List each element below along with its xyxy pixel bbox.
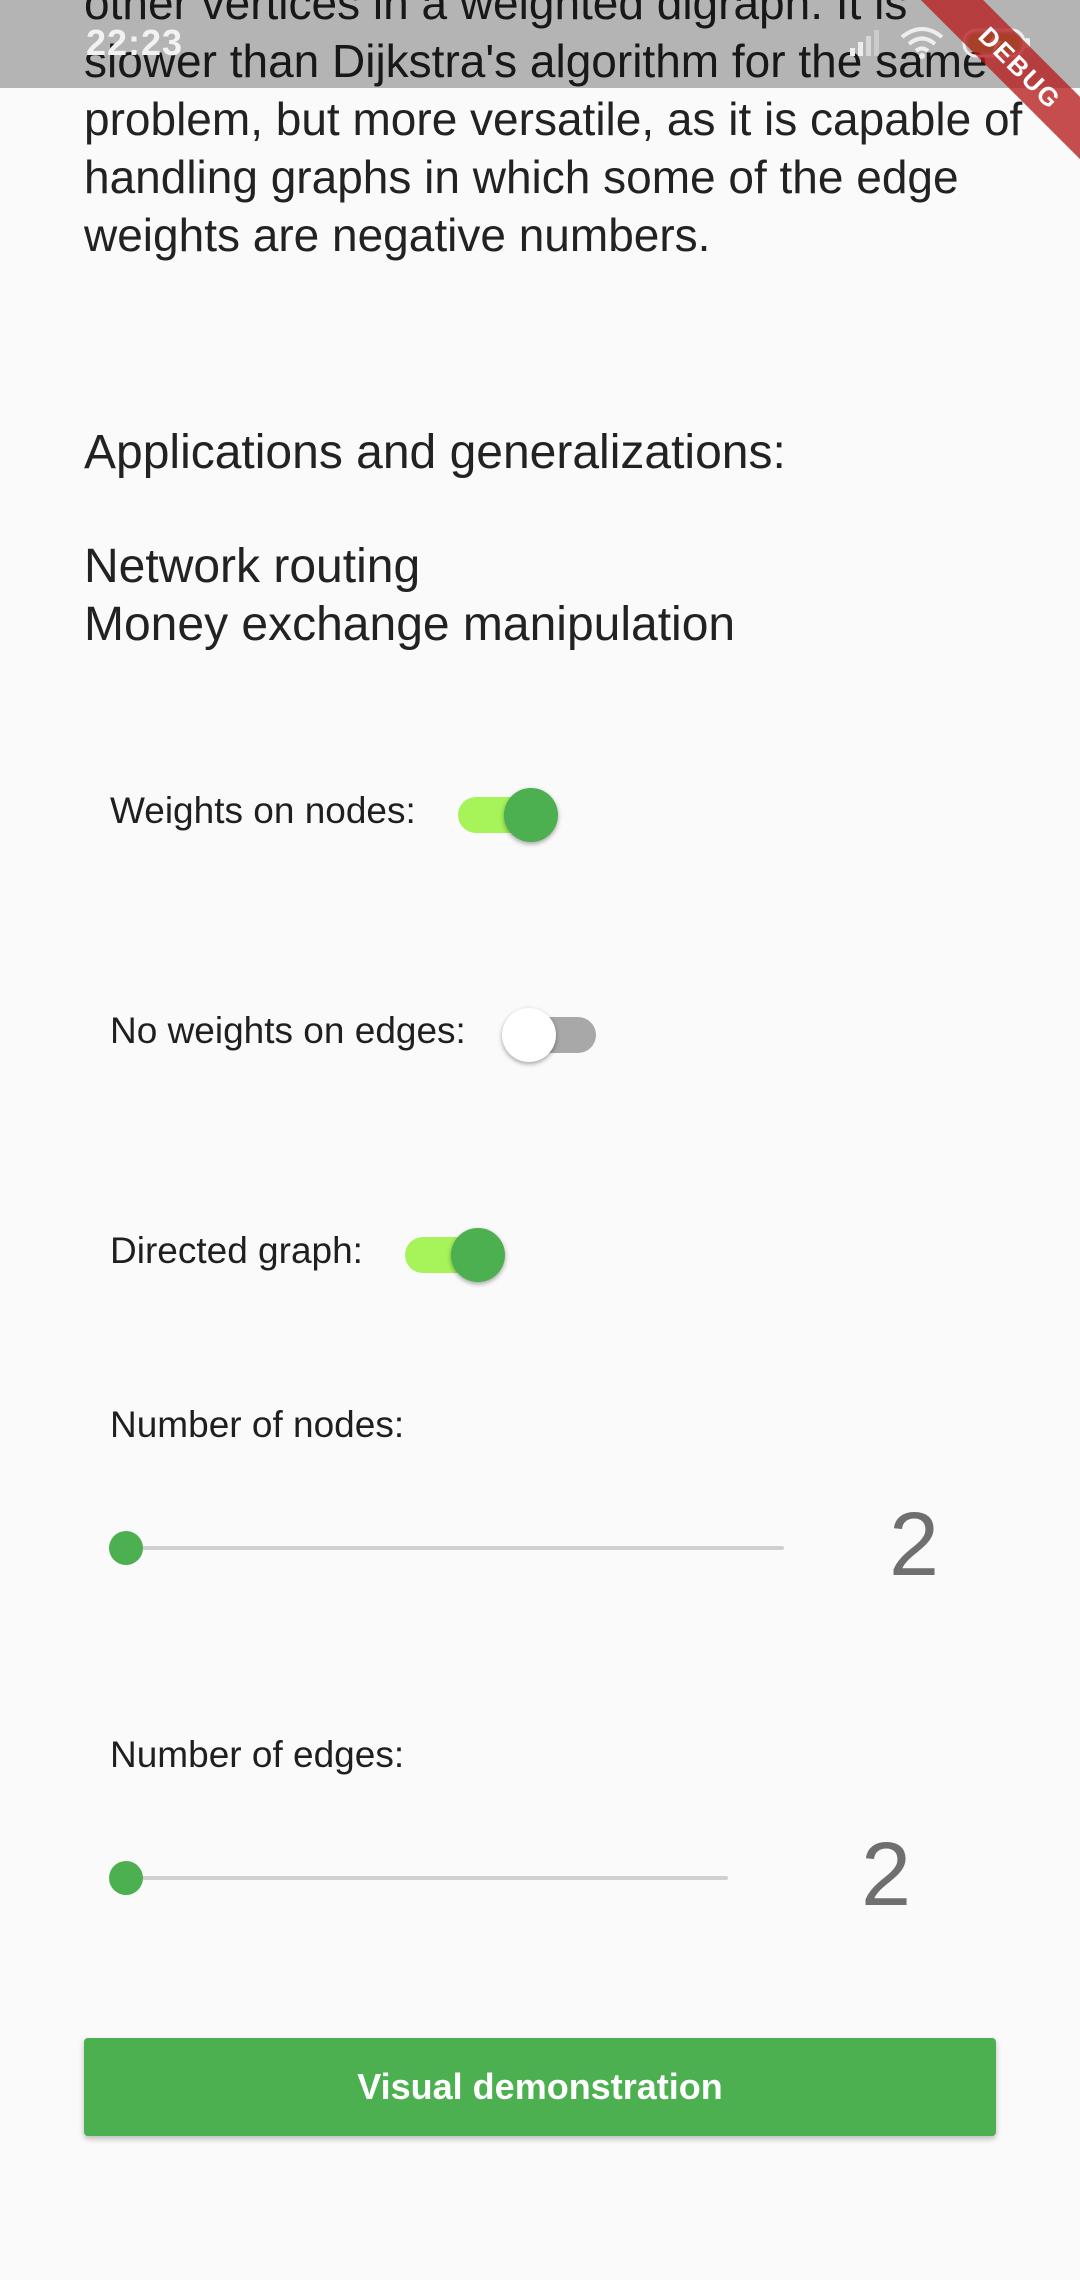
nodes-slider-label: Number of nodes: (110, 1404, 405, 1445)
application-item: Money exchange manipulation (84, 598, 736, 651)
weights-on-nodes-label: Weights on nodes: (110, 790, 416, 831)
weights-on-nodes-row: Weights on nodes: (110, 782, 558, 842)
no-weights-on-edges-switch[interactable] (501, 1002, 602, 1062)
edges-value: 2 (860, 1825, 912, 1925)
applications-heading: Applications and generalizations: (84, 426, 786, 479)
directed-graph-row: Directed graph: (110, 1222, 505, 1282)
nodes-value: 2 (888, 1495, 940, 1595)
directed-graph-label: Directed graph: (110, 1230, 363, 1271)
no-weights-on-edges-label: No weights on edges: (110, 1010, 466, 1051)
directed-graph-switch[interactable] (399, 1222, 505, 1282)
slider-knob[interactable] (109, 1531, 143, 1565)
no-weights-on-edges-row: No weights on edges: (110, 1002, 602, 1062)
slider-rail (126, 1546, 784, 1550)
switch-thumb (501, 1008, 556, 1062)
slider-knob[interactable] (109, 1861, 143, 1895)
applications-list: Network routing Money exchange manipulat… (84, 538, 735, 654)
status-time: 22:23 (86, 22, 184, 63)
switch-thumb (503, 788, 558, 842)
application-item: Network routing (84, 540, 421, 593)
signal-icon (848, 28, 882, 58)
edges-slider-label: Number of edges: (110, 1734, 405, 1775)
status-icons (848, 26, 1032, 60)
wifi-icon (900, 27, 944, 59)
status-bar: 22:23 (0, 0, 1080, 88)
weights-on-nodes-switch[interactable] (452, 782, 558, 842)
battery-charging-icon (962, 26, 1032, 60)
switch-thumb (450, 1228, 505, 1282)
visual-demonstration-button[interactable]: Visual demonstration (84, 2038, 996, 2136)
edges-slider[interactable] (109, 1858, 744, 1898)
nodes-slider[interactable] (109, 1528, 800, 1568)
slider-rail (126, 1876, 728, 1880)
